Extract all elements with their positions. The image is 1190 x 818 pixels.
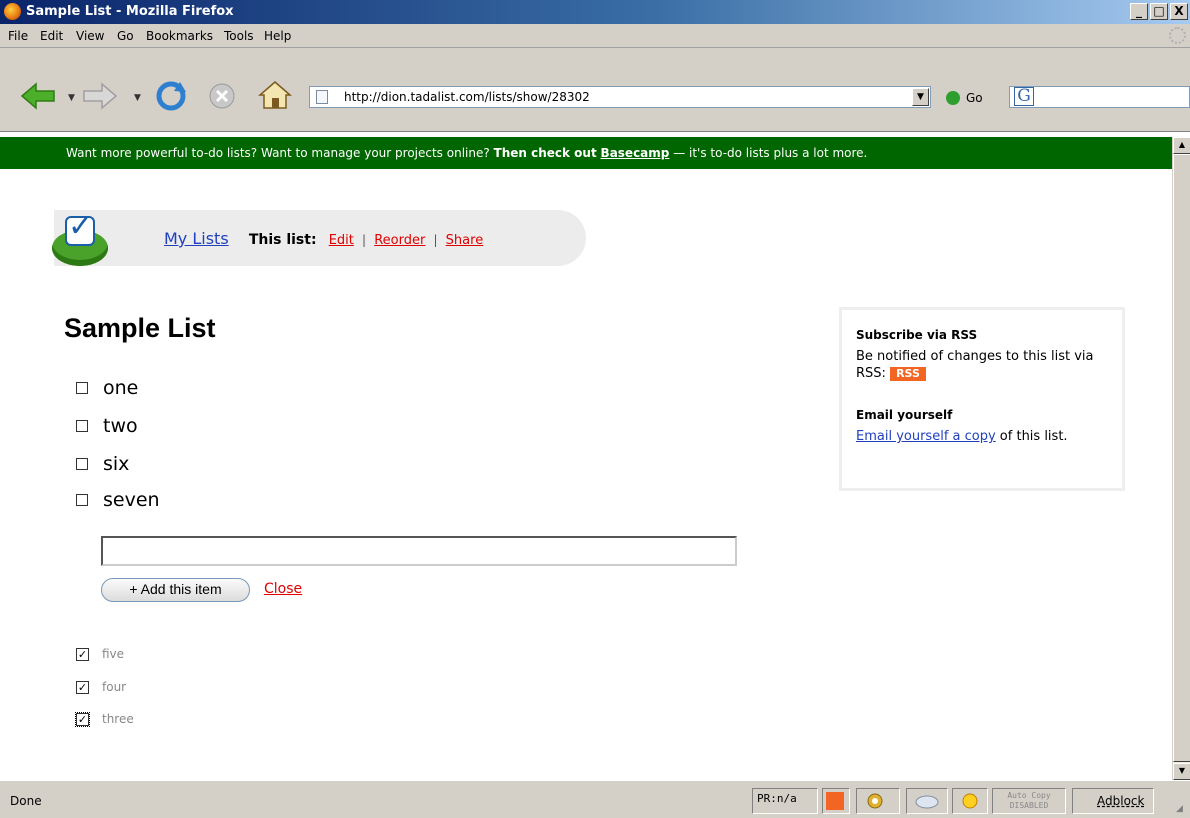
status-text: Done (10, 794, 42, 808)
menu-edit[interactable]: Edit (40, 29, 63, 43)
vertical-scrollbar[interactable]: ▲ ▼ (1172, 137, 1190, 780)
weather-sun-icon[interactable] (952, 788, 988, 814)
todo-item: one (76, 377, 138, 399)
menu-view[interactable]: View (76, 29, 104, 43)
completed-label: five (102, 647, 125, 661)
page-viewport: Want more powerful to-do lists? Want to … (0, 137, 1172, 780)
separator: | (362, 233, 367, 247)
email-description: Email yourself a copy of this list. (856, 428, 1106, 445)
pagerank-indicator[interactable]: PR:n/a (752, 788, 818, 814)
todo-label: one (103, 377, 139, 399)
page-title: Sample List (64, 313, 216, 343)
email-copy-link[interactable]: Email yourself a copy (856, 429, 996, 444)
todo-checkbox[interactable] (76, 458, 88, 470)
scroll-down-button[interactable]: ▼ (1173, 763, 1190, 780)
adblock-button[interactable]: Adblock (1072, 788, 1154, 814)
menu-tools[interactable]: Tools (224, 29, 254, 43)
scroll-thumb[interactable] (1173, 154, 1190, 762)
firefox-icon (4, 3, 21, 20)
email-tail: of this list. (995, 429, 1068, 444)
completed-label: three (102, 712, 134, 726)
search-box[interactable]: G (1009, 86, 1190, 108)
todo-label: six (103, 453, 130, 475)
completed-checkbox[interactable]: ✓ (76, 647, 89, 661)
this-list-label: This list: (248, 232, 317, 248)
weather-cloud-icon[interactable] (906, 788, 948, 814)
completed-item: ✓ five (76, 647, 124, 661)
close-link[interactable]: Close (264, 581, 302, 597)
url-input[interactable]: http://dion.tadalist.com/lists/show/2830… (344, 90, 590, 104)
todo-item: two (76, 415, 138, 437)
auto-copy-panel[interactable]: Auto Copy DISABLED (992, 788, 1066, 814)
page-icon (316, 90, 328, 104)
promo-tail: — it's to-do lists plus a lot more. (669, 146, 868, 160)
menu-bar: File Edit View Go Bookmarks Tools Help (0, 24, 1190, 48)
completed-label: four (102, 680, 127, 694)
todo-item: seven (76, 489, 160, 511)
promo-banner: Want more powerful to-do lists? Want to … (0, 137, 1172, 169)
completed-checkbox[interactable]: ✓ (75, 711, 90, 727)
promo-bold: Then check out (493, 146, 597, 160)
rss-status-panel[interactable] (822, 788, 850, 814)
basecamp-link[interactable]: Basecamp (601, 146, 670, 160)
url-bar[interactable]: http://dion.tadalist.com/lists/show/2830… (309, 86, 931, 108)
rss-feed-icon[interactable] (826, 792, 844, 810)
menu-go[interactable]: Go (117, 29, 134, 43)
resize-grip-icon[interactable]: ◢ (1176, 804, 1188, 816)
todo-checkbox[interactable] (76, 494, 88, 506)
maximize-button[interactable]: □ (1150, 3, 1168, 20)
menu-bookmarks[interactable]: Bookmarks (146, 29, 213, 43)
home-icon[interactable] (258, 79, 292, 111)
window-title: Sample List - Mozilla Firefox (26, 4, 234, 19)
status-bar: Done PR:n/a Auto Copy DISABLED Adblock ◢ (0, 780, 1190, 818)
rss-badge[interactable]: RSS (890, 367, 926, 381)
todo-checkbox[interactable] (76, 382, 88, 394)
go-icon[interactable] (946, 91, 960, 105)
back-dropdown-icon[interactable]: ▼ (68, 93, 75, 103)
completed-item: ✓ three (75, 711, 134, 727)
extension-gear-icon[interactable] (856, 788, 900, 814)
share-link[interactable]: Share (446, 233, 484, 248)
todo-item: six (76, 453, 129, 475)
navigation-toolbar: ▼ ▼ http://dion.tadalist.com/lists/show/… (0, 48, 1190, 132)
my-lists-link[interactable]: My Lists (164, 229, 229, 248)
rss-heading: Subscribe via RSS (856, 328, 978, 342)
close-button[interactable]: X (1170, 3, 1188, 20)
completed-checkbox[interactable]: ✓ (76, 680, 89, 694)
todo-label: seven (103, 489, 160, 511)
new-item-input[interactable] (101, 536, 737, 566)
forward-arrow-icon[interactable] (82, 82, 118, 110)
tadalist-logo[interactable]: ✓ (50, 202, 108, 268)
stop-icon[interactable] (206, 81, 238, 111)
todo-label: two (103, 415, 138, 437)
completed-item: ✓ four (76, 680, 126, 694)
window-titlebar: Sample List - Mozilla Firefox _ □ X (0, 0, 1190, 24)
sidebar-box: Subscribe via RSS Be notified of changes… (839, 307, 1125, 491)
add-item-button[interactable]: + Add this item (101, 578, 250, 602)
reload-icon[interactable] (154, 80, 188, 112)
go-button[interactable]: Go (966, 91, 983, 105)
url-history-dropdown[interactable]: ▼ (912, 88, 929, 106)
throbber-icon (1169, 27, 1186, 44)
promo-lead: Want more powerful to-do lists? Want to … (66, 146, 494, 160)
scroll-up-button[interactable]: ▲ (1173, 137, 1190, 154)
reorder-link[interactable]: Reorder (374, 233, 425, 248)
separator: | (433, 233, 438, 247)
back-arrow-icon[interactable] (20, 82, 56, 110)
rss-description: Be notified of changes to this list via … (856, 348, 1106, 382)
menu-help[interactable]: Help (264, 29, 291, 43)
google-search-icon[interactable]: G (1014, 87, 1034, 106)
todo-checkbox[interactable] (76, 420, 88, 432)
auto-copy-label: Auto Copy (1007, 791, 1051, 800)
list-nav-links: My Lists This list: Edit | Reorder | Sha… (164, 229, 483, 248)
minimize-button[interactable]: _ (1130, 3, 1148, 20)
email-heading: Email yourself (856, 408, 953, 422)
auto-copy-state: DISABLED (1009, 801, 1049, 810)
forward-dropdown-icon[interactable]: ▼ (134, 93, 141, 103)
edit-link[interactable]: Edit (329, 233, 354, 248)
menu-file[interactable]: File (8, 29, 28, 43)
